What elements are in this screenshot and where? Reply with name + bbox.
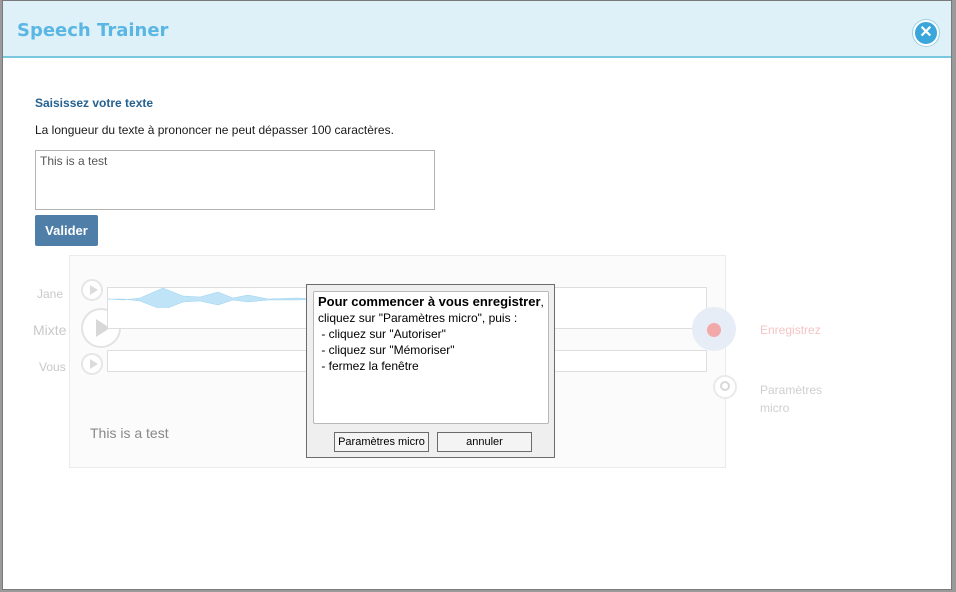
close-icon[interactable]: ✕	[913, 20, 939, 46]
modal-title: Speech Trainer	[17, 20, 169, 41]
phrase-display: This is a test	[90, 425, 169, 441]
play-jane-icon[interactable]	[81, 279, 103, 301]
track-label-mixte: Mixte	[33, 322, 67, 338]
dialog-line: - fermez la fenêtre	[318, 359, 419, 373]
record-button[interactable]	[692, 307, 736, 351]
modal-header: Speech Trainer ✕	[3, 1, 951, 58]
section-label: Saisissez votre texte	[35, 96, 154, 110]
mic-permission-dialog: Pour commencer à vous enregistrer, cliqu…	[306, 284, 555, 458]
dialog-heading-suffix: ,	[540, 295, 544, 309]
record-label: Enregistrez	[760, 323, 821, 337]
dialog-line: cliquez sur "Paramètres micro", puis :	[318, 311, 518, 325]
mic-settings-icon[interactable]	[713, 375, 737, 399]
validate-button[interactable]: Valider	[35, 215, 98, 246]
phrase-input[interactable]	[35, 150, 435, 210]
dialog-heading: Pour commencer à vous enregistrer	[318, 294, 541, 309]
mic-settings-button[interactable]: Paramètres micro	[334, 432, 429, 452]
track-label-jane: Jane	[37, 287, 64, 301]
dialog-line: - cliquez sur "Mémoriser"	[318, 343, 455, 357]
mic-settings-label: Paramètres micro	[760, 383, 823, 415]
length-info: La longueur du texte à prononcer ne peut…	[35, 123, 394, 137]
record-icon	[707, 323, 721, 337]
play-vous-icon[interactable]	[81, 353, 103, 375]
track-label-vous: Vous	[39, 360, 66, 374]
dialog-message: Pour commencer à vous enregistrer, cliqu…	[313, 291, 549, 424]
dialog-line: - cliquez sur "Autoriser"	[318, 327, 446, 341]
cancel-button[interactable]: annuler	[437, 432, 532, 452]
